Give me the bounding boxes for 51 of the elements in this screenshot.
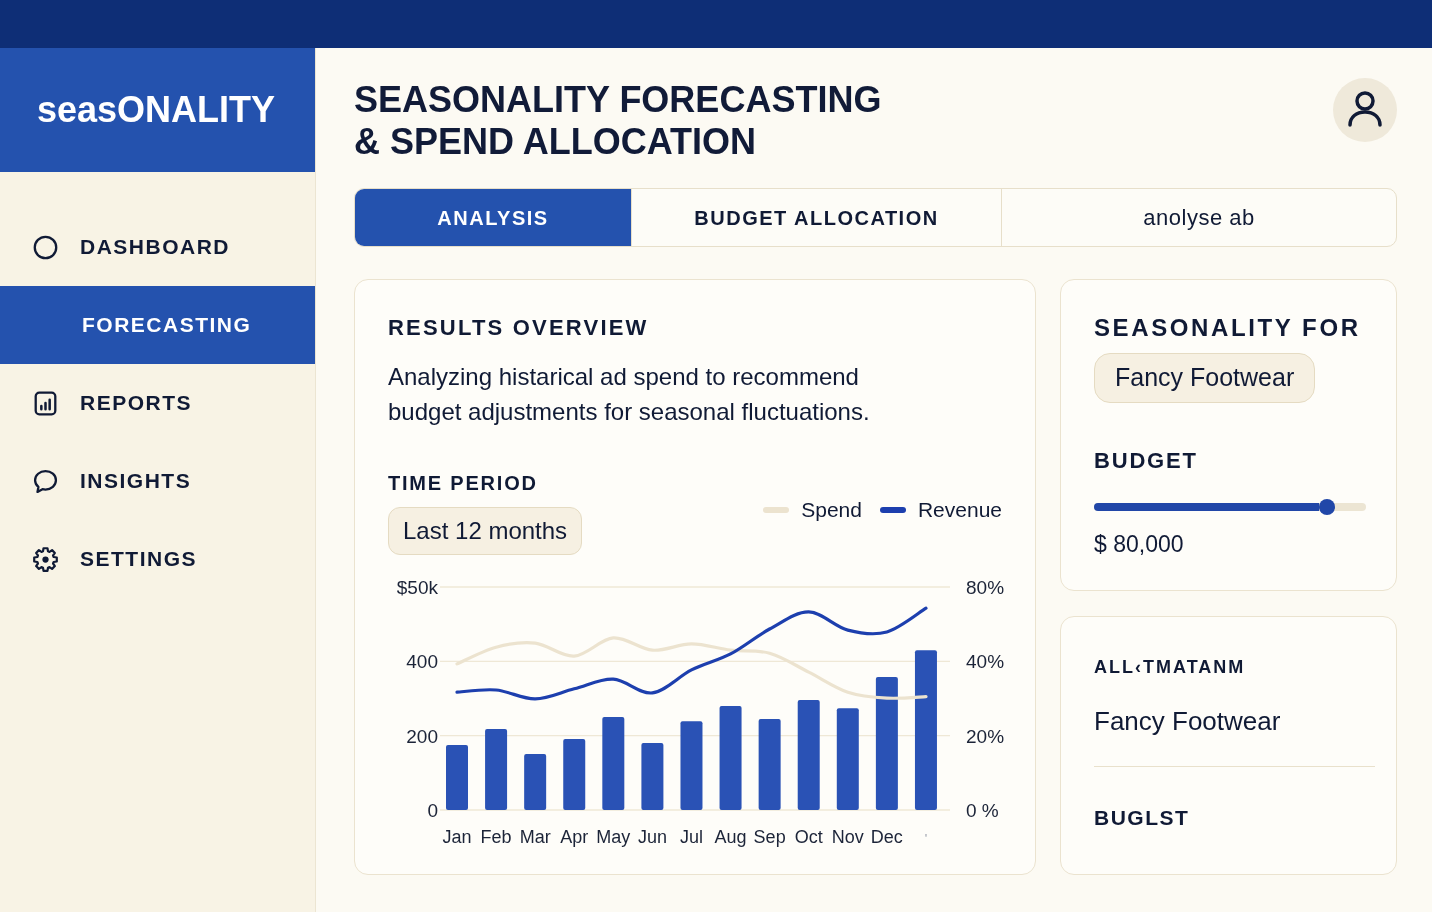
- field-label: TIME PERIOD: [388, 471, 538, 496]
- brand-select[interactable]: Fancy Footwear: [1094, 352, 1316, 403]
- slider-thumb[interactable]: [1319, 499, 1336, 516]
- axis-label: Jun: [637, 827, 667, 848]
- brand-name: Fancy Footwear: [1094, 705, 1282, 737]
- description-text: Analyzing histarical ad spend to recommend budget adjustments for seasonal fluctuations.: [388, 362, 871, 428]
- field-label: SEASONALITY FOR: [1094, 314, 1362, 343]
- nav-item[interactable]: DASHBOARD: [0, 208, 315, 286]
- axis-title: 80%: [966, 577, 1005, 599]
- axis-label: 0 %: [966, 800, 999, 822]
- legend-label: Revenue: [917, 497, 1002, 523]
- card-title: ALL‹TMATANM: [1094, 657, 1247, 679]
- tab[interactable]: anolyse ab: [1001, 189, 1396, 246]
- axis-label: 20%: [966, 726, 1005, 748]
- axis-label: Oct: [794, 827, 823, 848]
- field-label: BUDGET: [1094, 447, 1199, 475]
- nav-item[interactable]: FORECASTING: [0, 286, 315, 364]
- bar-chart-icon: [33, 390, 58, 416]
- circle-icon: [33, 234, 58, 260]
- tab[interactable]: ANALYSIS: [355, 189, 631, 246]
- axis-label: ': [924, 831, 928, 847]
- user-icon[interactable]: [1333, 78, 1397, 142]
- field-label: BUGLST: [1094, 804, 1191, 830]
- axis-label: Jan: [442, 827, 472, 848]
- settings-icon: [33, 546, 58, 572]
- axis-label: May: [596, 827, 631, 848]
- nav-item[interactable]: REPORTS: [0, 364, 315, 442]
- page-title: SEASONALITY FORECASTING & SPEND ALLOCATION: [354, 79, 883, 163]
- axis-label: 0: [427, 800, 438, 822]
- legend-label: Spend: [801, 497, 862, 523]
- speech-bubble-icon: [33, 468, 58, 494]
- budget-value: $ 80,000: [1094, 530, 1185, 559]
- axis-title: $50k: [396, 577, 438, 599]
- axis-label: Sep: [753, 827, 786, 848]
- axis-label: Jul: [679, 827, 703, 848]
- axis-label: Mar: [519, 827, 551, 848]
- axis-label: 200: [406, 726, 438, 748]
- card-title: RESULTS OVERVIEW: [388, 315, 650, 342]
- axis-label: Dec: [870, 827, 903, 848]
- axis-label: 400: [406, 651, 438, 673]
- time-period-select[interactable]: Last 12 months: [388, 507, 583, 556]
- axis-label: Aug: [714, 827, 747, 848]
- axis-label: 40%: [966, 651, 1005, 673]
- axis-label: Nov: [831, 827, 864, 848]
- nav-item[interactable]: INSIGHTS: [0, 442, 315, 520]
- budget-slider[interactable]: [1094, 499, 1366, 516]
- logo-text: seasONALITY: [37, 90, 276, 130]
- tab[interactable]: BUDGET ALLOCATION: [631, 189, 1001, 246]
- nav-item[interactable]: SETTINGS: [0, 520, 315, 598]
- axis-label: Apr: [560, 827, 589, 848]
- axis-label: Feb: [480, 827, 512, 848]
